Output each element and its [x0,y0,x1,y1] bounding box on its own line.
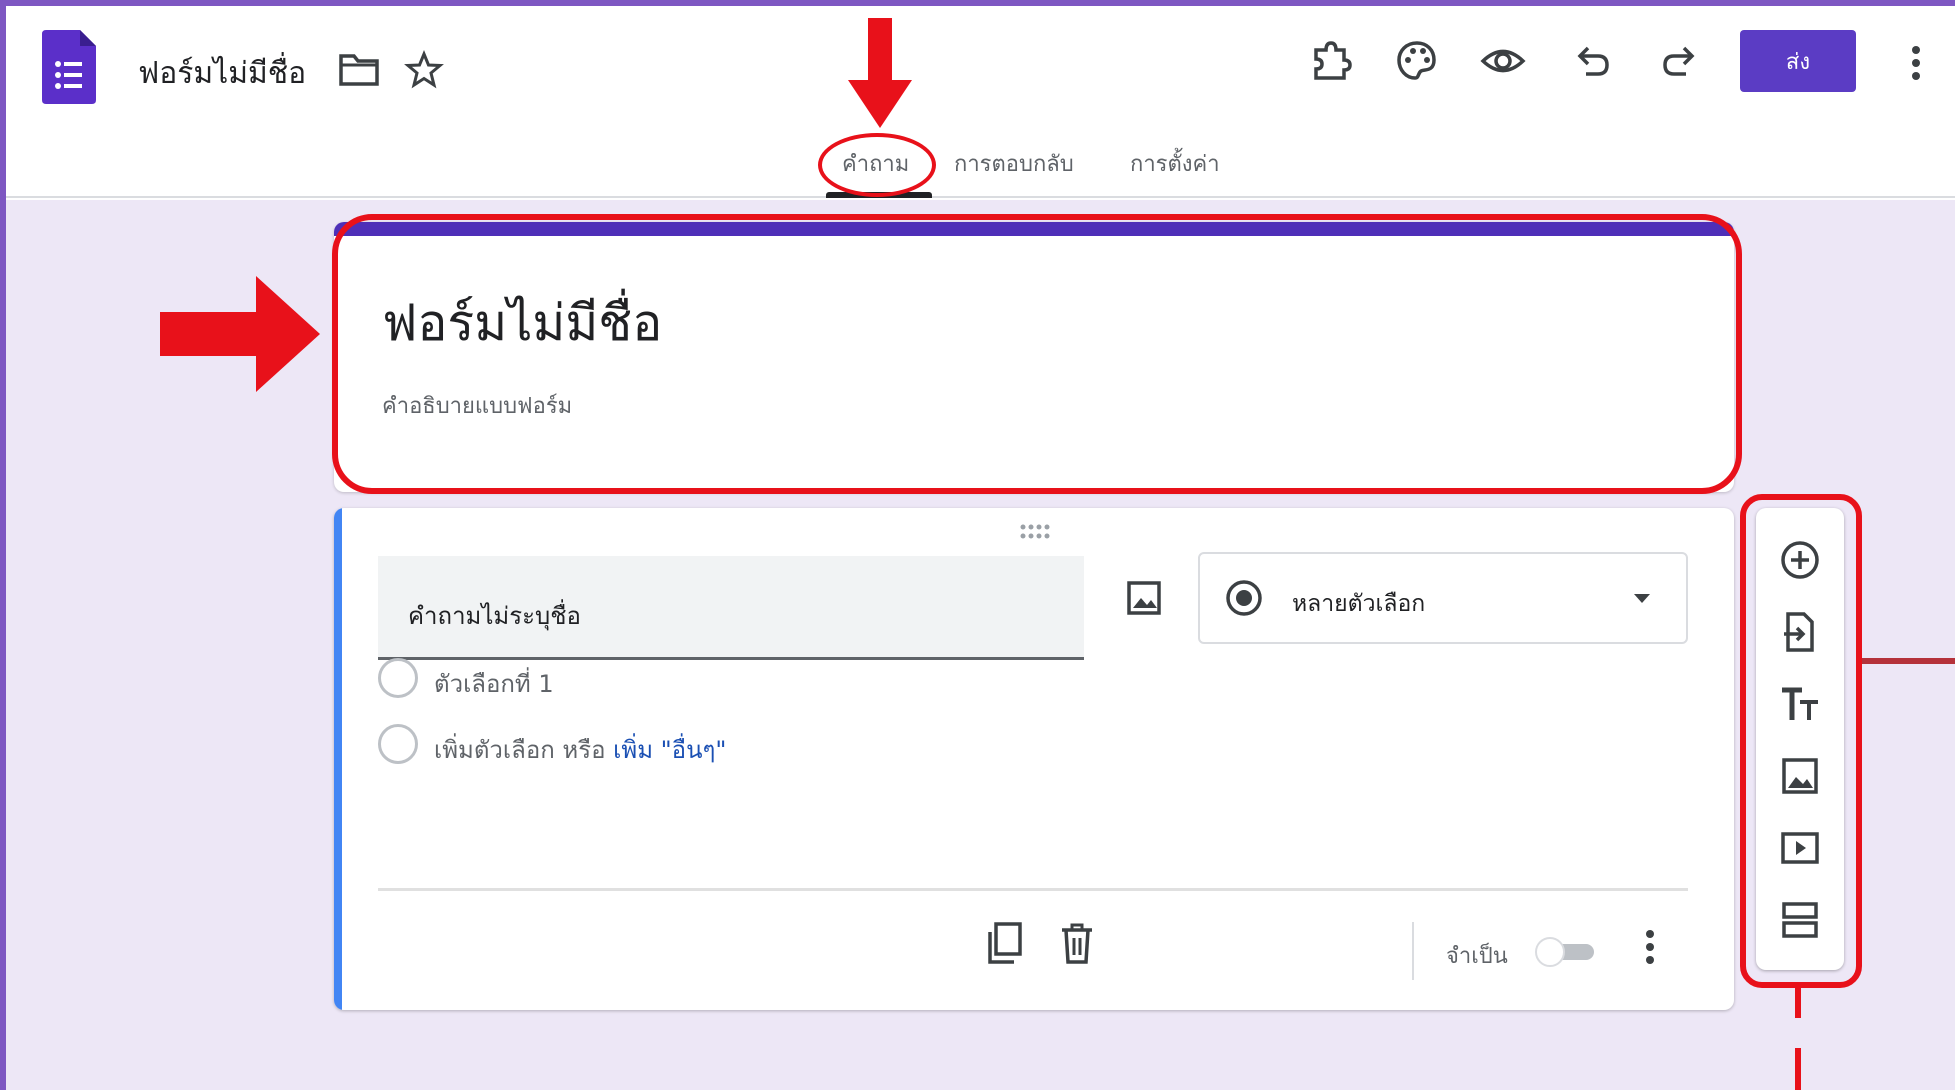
question-title-input[interactable]: คำถามไม่ระบุชื่อ [378,556,1084,660]
palette-icon[interactable] [1394,38,1440,84]
add-other-link[interactable]: เพิ่ม "อื่นๆ" [613,736,726,764]
delete-icon[interactable] [1056,920,1098,966]
tab-responses[interactable]: การตอบกลับ [954,146,1074,181]
add-image-icon[interactable] [1124,578,1164,618]
footer-separator [1412,922,1414,980]
app-header: ฟอร์มไม่มีชื่อ ส่ง คำถาม การตอบกลับ การต… [0,0,1955,198]
question-active-bar [334,508,342,1010]
add-option-link[interactable]: เพิ่มตัวเลือก [434,736,555,764]
drag-handle-icon[interactable] [1018,522,1052,542]
undo-icon[interactable] [1570,38,1616,84]
tab-settings[interactable]: การตั้งค่า [1130,146,1220,181]
more-vert-icon[interactable] [1902,40,1930,86]
dashed-callout-line [1795,988,1801,1090]
question-type-label: หลายตัวเลือก [1292,591,1426,617]
side-toolbar-highlight [1740,494,1862,988]
arrow-down-annotation [848,18,912,128]
chevron-down-icon [1632,592,1652,606]
question-footer-divider [378,888,1688,891]
option-label[interactable]: ตัวเลือกที่ 1 [434,664,554,703]
required-label: จำเป็น [1446,944,1508,969]
forms-logo-icon[interactable] [42,30,96,104]
redo-icon[interactable] [1656,38,1702,84]
question-more-vert-icon[interactable] [1638,924,1662,970]
add-option-text: เพิ่มตัวเลือก หรือ เพิ่ม "อื่นๆ" [434,730,726,769]
question-title-text: คำถามไม่ระบุชื่อ [408,602,581,630]
add-option-radio [378,724,418,764]
document-title[interactable]: ฟอร์มไม่มีชื่อ [138,50,306,97]
star-icon[interactable] [404,50,444,90]
arrow-right-annotation [160,276,320,392]
add-on-icon[interactable] [1308,38,1354,84]
questions-tab-highlight [818,133,936,197]
question-card[interactable]: คำถามไม่ระบุชื่อ หลายตัวเลือก ตัวเลือกที… [334,508,1734,1010]
duplicate-icon[interactable] [984,920,1026,966]
required-toggle[interactable] [1534,936,1600,968]
callout-line [1862,658,1955,664]
send-button[interactable]: ส่ง [1740,30,1856,92]
preview-icon[interactable] [1480,38,1526,84]
question-type-select[interactable]: หลายตัวเลือก [1198,552,1688,644]
radio-button-checked-icon [1224,578,1264,618]
or-label: หรือ [562,736,606,764]
title-card-highlight [332,214,1742,494]
option-radio[interactable] [378,658,418,698]
tab-bar: คำถาม การตอบกลับ การตั้งค่า [0,146,1955,186]
folder-icon[interactable] [338,52,380,88]
